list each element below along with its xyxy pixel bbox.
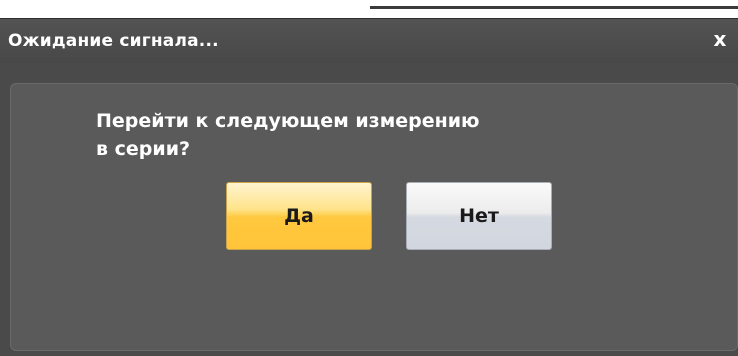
- close-icon[interactable]: x: [710, 27, 730, 51]
- dialog-title: Ожидание сигнала...: [8, 31, 219, 51]
- message-line-2: в серии?: [96, 138, 191, 160]
- dialog-titlebar: Ожидание сигнала... x: [0, 19, 738, 63]
- no-button-label: Нет: [459, 205, 499, 227]
- yes-button[interactable]: Да: [226, 182, 372, 250]
- top-strip: [0, 0, 738, 18]
- yes-button-label: Да: [284, 205, 314, 227]
- top-divider: [370, 6, 738, 9]
- message-line-1: Перейти к следующем измерению: [96, 110, 480, 132]
- signal-wait-dialog: Ожидание сигнала... x Перейти к следующе…: [0, 18, 738, 356]
- no-button[interactable]: Нет: [406, 182, 552, 250]
- dialog-message: Перейти к следующем измерению в серии?: [96, 107, 616, 163]
